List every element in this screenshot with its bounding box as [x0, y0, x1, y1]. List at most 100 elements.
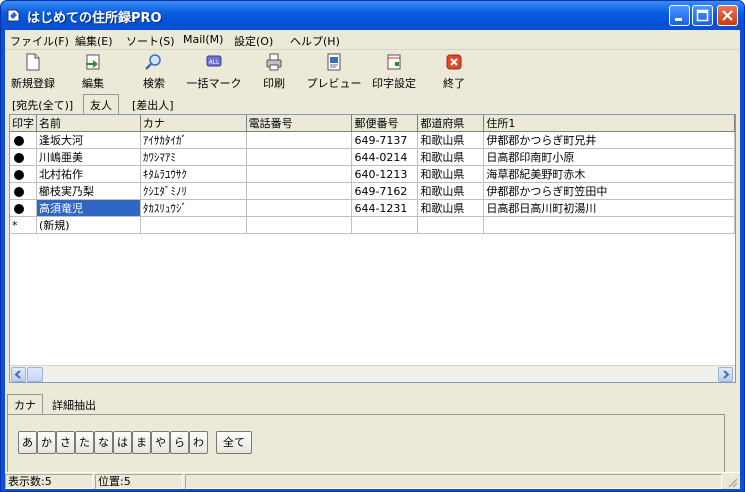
new-row-cell[interactable]: [351, 216, 419, 234]
tab-all-recipients[interactable]: [宛先(全て)]: [9, 97, 76, 113]
table-row[interactable]: 川嶋亜美 ｶﾜｼﾏｱﾐ 644-0214 和歌山県 日高郡印南町小原: [10, 148, 735, 166]
kana-button-a[interactable]: あ: [18, 431, 37, 454]
preview-button[interactable]: プレビュー: [306, 51, 362, 93]
zip-cell[interactable]: 644-0214: [351, 148, 419, 166]
column-header-zip[interactable]: 郵便番号: [351, 115, 419, 132]
kana-button-sa[interactable]: さ: [56, 431, 75, 454]
address-cell[interactable]: 日高郡印南町小原: [483, 148, 735, 166]
horizontal-scrollbar[interactable]: [10, 365, 735, 382]
new-row-cell[interactable]: [483, 216, 735, 234]
close-button[interactable]: [717, 5, 738, 26]
toolbar: 新規登録 編集 検索 ALL 一括マーク 印刷 プレビュー 印字設定 終了: [5, 51, 740, 93]
zip-cell[interactable]: 640-1213: [351, 165, 419, 183]
mark-all-button[interactable]: ALL 一括マーク: [186, 51, 242, 93]
column-header-address1[interactable]: 住所1: [483, 115, 735, 132]
kana-button-ma[interactable]: ま: [132, 431, 151, 454]
print-setup-label: 印字設定: [372, 77, 416, 90]
printer-icon: [266, 53, 282, 71]
minimize-button[interactable]: [669, 5, 690, 26]
phone-cell[interactable]: [246, 131, 353, 149]
prefecture-cell[interactable]: 和歌山県: [417, 131, 485, 149]
kana-button-ka[interactable]: か: [37, 431, 56, 454]
kana-cell[interactable]: ｸｼｴﾀﾞﾐﾉﾘ: [140, 182, 247, 200]
prefecture-cell[interactable]: 和歌山県: [417, 165, 485, 183]
menu-sort[interactable]: ソート(S): [126, 33, 175, 49]
kana-button-ya[interactable]: や: [151, 431, 170, 454]
address-cell[interactable]: 海草郡紀美野町赤木: [483, 165, 735, 183]
address-cell[interactable]: 伊都郡かつらぎ町兄井: [483, 131, 735, 149]
tab-detail-filter[interactable]: 詳細抽出: [49, 397, 99, 413]
tab-senders[interactable]: [差出人]: [129, 97, 177, 113]
name-cell[interactable]: 櫛枝実乃梨: [36, 182, 141, 200]
resize-grip-icon[interactable]: [726, 476, 738, 488]
name-cell[interactable]: 北村祐作: [36, 165, 141, 183]
tab-friends[interactable]: 友人: [83, 94, 119, 114]
scroll-right-button[interactable]: [718, 367, 733, 382]
kana-cell[interactable]: ｱｲｻｶﾀｲｶﾞ: [140, 131, 247, 149]
title-bar[interactable]: はじめての住所録PRO: [1, 1, 744, 30]
phone-cell[interactable]: [246, 199, 353, 217]
phone-cell[interactable]: [246, 182, 353, 200]
mark-bullet-icon: [14, 186, 24, 197]
address-cell[interactable]: 伊都郡かつらぎ町笠田中: [483, 182, 735, 200]
new-row-cell[interactable]: [246, 216, 353, 234]
name-cell[interactable]: 逢坂大河: [36, 131, 141, 149]
maximize-button[interactable]: [692, 5, 713, 26]
zip-cell[interactable]: 649-7137: [351, 131, 419, 149]
table-row[interactable]: 北村祐作 ｷﾀﾑﾗﾕｳｻｸ 640-1213 和歌山県 海草郡紀美野町赤木: [10, 165, 735, 183]
search-icon: [145, 54, 161, 70]
column-header-kana[interactable]: カナ: [140, 115, 247, 132]
mark-cell[interactable]: [10, 165, 37, 183]
kana-button-wa[interactable]: わ: [189, 431, 208, 454]
mark-cell[interactable]: [10, 199, 37, 217]
new-row-cell[interactable]: [140, 216, 247, 234]
phone-cell[interactable]: [246, 148, 353, 166]
print-setup-button[interactable]: 印字設定: [366, 51, 422, 93]
kana-button-ta[interactable]: た: [75, 431, 94, 454]
table-row-selected[interactable]: 高須竜児 ﾀｶｽﾘｭｳｼﾞ 644-1231 和歌山県 日高郡日高川町初湯川: [10, 199, 735, 217]
menu-help[interactable]: ヘルプ(H): [290, 33, 340, 49]
kana-button-na[interactable]: な: [94, 431, 113, 454]
menu-file[interactable]: ファイル(F): [10, 33, 69, 49]
name-cell-selected[interactable]: 高須竜児: [36, 199, 141, 217]
column-header-prefecture[interactable]: 都道府県: [417, 115, 485, 132]
scroll-left-button[interactable]: [11, 367, 26, 382]
kana-button-ra[interactable]: ら: [170, 431, 189, 454]
address-cell[interactable]: 日高郡日高川町初湯川: [483, 199, 735, 217]
prefecture-cell[interactable]: 和歌山県: [417, 148, 485, 166]
name-cell[interactable]: 川嶋亜美: [36, 148, 141, 166]
mark-bullet-icon: [14, 169, 24, 180]
search-button[interactable]: 検索: [126, 51, 182, 93]
print-button[interactable]: 印刷: [246, 51, 302, 93]
zip-cell[interactable]: 644-1231: [351, 199, 419, 217]
column-header-phone[interactable]: 電話番号: [246, 115, 353, 132]
zip-cell[interactable]: 649-7162: [351, 182, 419, 200]
menu-mail[interactable]: Mail(M): [183, 33, 223, 46]
exit-button[interactable]: 終了: [426, 51, 482, 93]
menu-edit[interactable]: 編集(E): [75, 33, 113, 49]
column-header-mark[interactable]: 印字: [10, 115, 37, 132]
scroll-thumb[interactable]: [27, 367, 43, 382]
edit-button[interactable]: 編集: [65, 51, 121, 93]
arrow-left-icon: [14, 370, 21, 379]
phone-cell[interactable]: [246, 165, 353, 183]
kana-cell[interactable]: ｷﾀﾑﾗﾕｳｻｸ: [140, 165, 247, 183]
menu-settings[interactable]: 設定(O): [234, 33, 273, 49]
table-row[interactable]: 逢坂大河 ｱｲｻｶﾀｲｶﾞ 649-7137 和歌山県 伊都郡かつらぎ町兄井: [10, 131, 735, 149]
new-row-label[interactable]: (新規): [36, 216, 141, 234]
new-entry-button[interactable]: 新規登録: [5, 51, 61, 93]
mark-cell[interactable]: [10, 182, 37, 200]
table-row[interactable]: 櫛枝実乃梨 ｸｼｴﾀﾞﾐﾉﾘ 649-7162 和歌山県 伊都郡かつらぎ町笠田中: [10, 182, 735, 200]
prefecture-cell[interactable]: 和歌山県: [417, 182, 485, 200]
kana-cell[interactable]: ﾀｶｽﾘｭｳｼﾞ: [140, 199, 247, 217]
new-row[interactable]: * (新規): [10, 216, 735, 234]
all-button[interactable]: 全て: [216, 431, 252, 454]
mark-cell[interactable]: [10, 131, 37, 149]
new-row-cell[interactable]: [417, 216, 485, 234]
mark-cell[interactable]: [10, 148, 37, 166]
prefecture-cell[interactable]: 和歌山県: [417, 199, 485, 217]
column-header-name[interactable]: 名前: [36, 115, 141, 132]
kana-cell[interactable]: ｶﾜｼﾏｱﾐ: [140, 148, 247, 166]
kana-button-ha[interactable]: は: [113, 431, 132, 454]
tab-kana[interactable]: カナ: [7, 394, 43, 414]
